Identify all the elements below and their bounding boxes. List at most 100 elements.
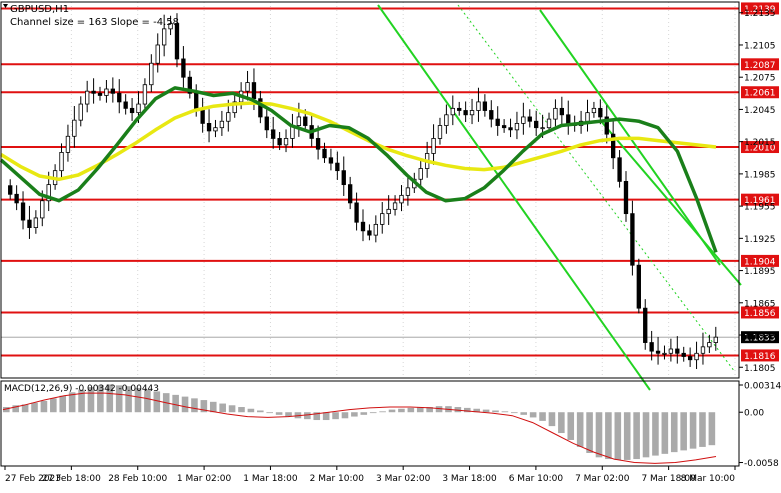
macd-bar bbox=[31, 402, 38, 413]
macd-bar bbox=[652, 412, 659, 456]
macd-bar bbox=[614, 412, 622, 460]
candle-body bbox=[681, 352, 686, 357]
macd-bar bbox=[708, 412, 716, 446]
candle-body bbox=[495, 118, 500, 126]
time-tick-label: 7 Mar 02:00 bbox=[575, 474, 630, 484]
macd-tick-label: 0.00 bbox=[744, 409, 764, 419]
macd-bar bbox=[548, 412, 556, 427]
level-label-text: 1.2087 bbox=[744, 61, 776, 71]
candle-body bbox=[386, 208, 391, 215]
price-tick-label: 1.2075 bbox=[744, 74, 776, 84]
macd-bar bbox=[398, 408, 405, 413]
candle-body bbox=[85, 90, 90, 105]
candle-body bbox=[514, 122, 520, 131]
candle-body bbox=[662, 352, 667, 355]
candle-body bbox=[78, 103, 83, 121]
candle-body bbox=[546, 118, 552, 129]
level-label-text: 1.2061 bbox=[744, 89, 776, 99]
candle-body bbox=[444, 114, 449, 126]
macd-bar bbox=[407, 407, 415, 413]
candle-body bbox=[636, 264, 641, 309]
candle-body bbox=[482, 101, 488, 111]
level-label-text: 1.1816 bbox=[744, 352, 776, 362]
candle-body bbox=[707, 342, 712, 348]
macd-bar bbox=[153, 391, 161, 413]
price-tick-label: 1.1985 bbox=[744, 170, 776, 180]
candle-body bbox=[315, 138, 321, 150]
candle-body bbox=[527, 116, 532, 122]
macd-bar bbox=[266, 412, 274, 414]
candle-body bbox=[194, 92, 199, 110]
macd-bar bbox=[228, 405, 236, 413]
channel-info: Channel size = 163 Slope = -4.58 bbox=[10, 17, 179, 28]
macd-bar bbox=[257, 410, 264, 413]
time-tick-label: 8 Mar 10:00 bbox=[681, 474, 736, 484]
time-tick-label: 28 Feb 10:00 bbox=[108, 474, 167, 484]
candle-body bbox=[360, 221, 366, 232]
candle-body bbox=[476, 101, 481, 111]
candle-body bbox=[123, 101, 128, 109]
candle-body bbox=[296, 116, 302, 126]
candle-body bbox=[161, 28, 167, 46]
macd-bar bbox=[360, 412, 368, 415]
time-tick-label: 1 Mar 02:00 bbox=[177, 474, 232, 484]
candle-body bbox=[521, 116, 526, 124]
time-tick-label: 1 Mar 18:00 bbox=[243, 474, 298, 484]
time-tick-label: 27 Feb 18:00 bbox=[42, 474, 101, 484]
candle-body bbox=[450, 107, 455, 116]
time-tick-label: 2 Mar 10:00 bbox=[310, 474, 365, 484]
candle-body bbox=[348, 184, 353, 204]
time-tick-label: 6 Mar 10:00 bbox=[509, 474, 564, 484]
candle-body bbox=[540, 127, 545, 130]
macd-bar bbox=[492, 410, 499, 413]
candle-body bbox=[322, 148, 327, 159]
candle-body bbox=[200, 109, 205, 124]
price-tick-label: 1.2135 bbox=[744, 9, 776, 19]
candle-body bbox=[251, 82, 257, 100]
macd-tick-label: -0.0058 bbox=[744, 459, 779, 469]
candle-body bbox=[142, 84, 148, 105]
candle-body bbox=[72, 119, 77, 137]
macd-bar bbox=[586, 412, 593, 453]
candle-body bbox=[271, 129, 276, 139]
candle-body bbox=[687, 356, 693, 361]
candle-body bbox=[566, 114, 571, 124]
candle-body bbox=[65, 135, 71, 153]
macd-bar bbox=[605, 412, 612, 460]
macd-bar bbox=[304, 412, 311, 420]
candle-body bbox=[117, 92, 122, 103]
candle-body bbox=[598, 107, 603, 118]
candle-body bbox=[534, 120, 539, 129]
candle-body bbox=[27, 219, 32, 229]
candle-body bbox=[553, 107, 558, 120]
macd-bar bbox=[511, 412, 518, 414]
price-tick-label: 1.2015 bbox=[744, 138, 776, 148]
macd-bar bbox=[209, 401, 217, 413]
macd-bar bbox=[520, 412, 528, 415]
macd-bar bbox=[661, 412, 669, 454]
macd-bar bbox=[247, 408, 255, 413]
candle-body bbox=[129, 107, 135, 114]
price-tick-label: 1.1835 bbox=[744, 332, 776, 342]
candle-body bbox=[668, 348, 674, 354]
macd-bar bbox=[238, 407, 245, 413]
macd-label: MACD(12,26,9) -0.00342 -0.00443 bbox=[4, 384, 159, 394]
candle-body bbox=[591, 107, 597, 114]
candle-body bbox=[675, 348, 680, 354]
candle-body bbox=[373, 223, 378, 236]
candle-body bbox=[399, 194, 404, 204]
macd-bar bbox=[539, 412, 546, 421]
chart-stage: 1.2139 1.2087 1.2061 1.2010 1.1961 1.1904 1.18… bbox=[0, 0, 781, 489]
symbol-title: GBPUSD,H1 bbox=[10, 4, 69, 15]
macd-bar bbox=[633, 412, 640, 460]
candle-body bbox=[341, 170, 346, 186]
candle-body bbox=[392, 202, 398, 210]
candle-body bbox=[418, 168, 423, 180]
macd-bar bbox=[332, 412, 339, 420]
macd-bar bbox=[219, 403, 226, 413]
macd-bar bbox=[40, 400, 48, 413]
price-tick-label: 1.1895 bbox=[744, 267, 776, 277]
macd-bar bbox=[623, 412, 631, 460]
candle-body bbox=[713, 336, 718, 343]
candle-body bbox=[8, 185, 13, 195]
